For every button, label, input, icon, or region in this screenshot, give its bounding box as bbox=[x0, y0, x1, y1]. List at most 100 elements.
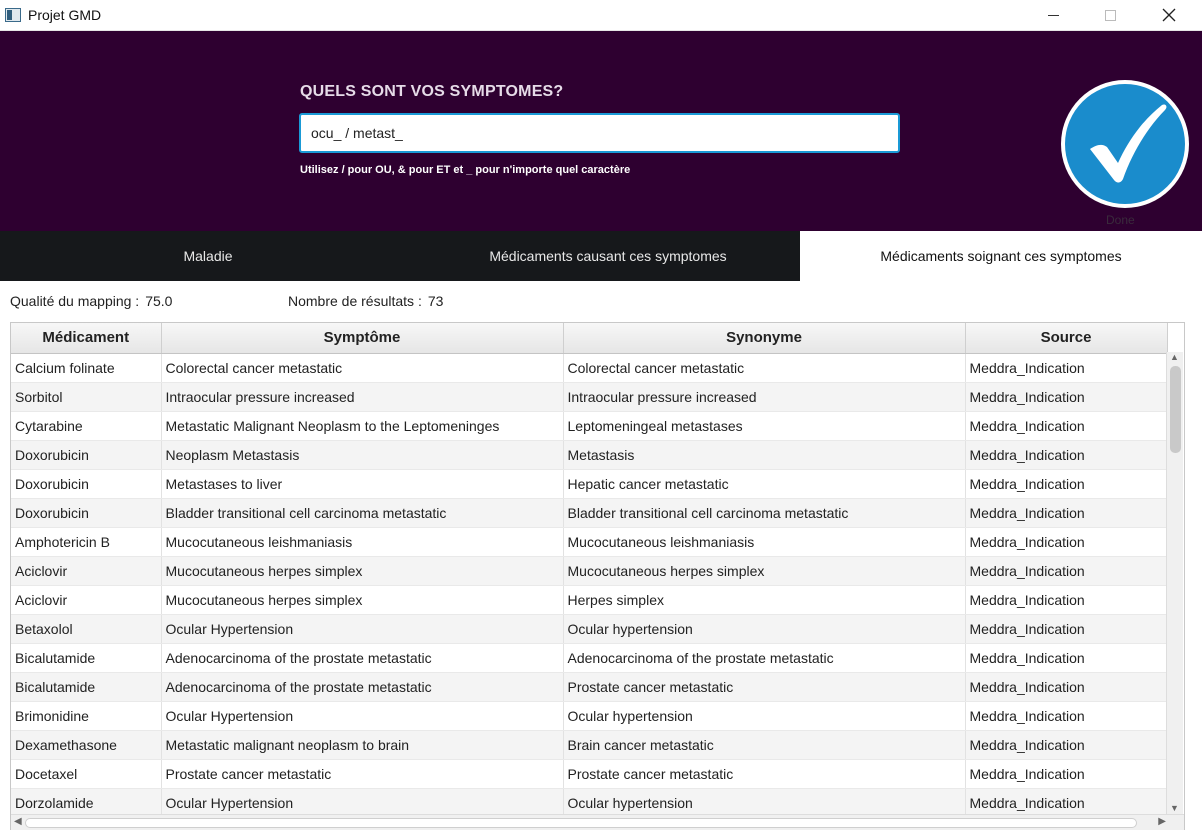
cell-symptome: Adenocarcinoma of the prostate metastati… bbox=[161, 672, 564, 702]
results-count-label: Nombre de résultats : bbox=[288, 293, 422, 309]
cell-source: Meddra_Indication bbox=[965, 759, 1168, 789]
cell-source: Meddra_Indication bbox=[965, 556, 1168, 586]
cell-medicament: Dorzolamide bbox=[11, 788, 162, 818]
table-row[interactable]: Aciclovir Mucocutaneous herpes simplex Her… bbox=[11, 585, 1168, 615]
column-header-synonyme[interactable]: Synonyme bbox=[563, 323, 966, 354]
table-row[interactable]: Betaxolol Ocular Hypertension Ocular hyper… bbox=[11, 614, 1168, 644]
done-label: Done bbox=[1106, 213, 1135, 227]
mapping-quality-label: Qualité du mapping : bbox=[10, 293, 140, 309]
horizontal-scrollbar[interactable]: ◀ ▶ bbox=[11, 814, 1184, 830]
column-header-medicament[interactable]: Médicament bbox=[11, 323, 162, 354]
table-row[interactable]: Bicalutamide Adenocarcinoma of the prosta… bbox=[11, 643, 1168, 673]
cell-synonyme: Mucocutaneous leishmaniasis bbox=[563, 527, 966, 557]
tab-maladie[interactable]: Maladie bbox=[0, 231, 416, 281]
cell-symptome: Prostate cancer metastatic bbox=[161, 759, 564, 789]
cell-medicament: Docetaxel bbox=[11, 759, 162, 789]
checkmark-icon bbox=[1090, 104, 1167, 183]
tab-medicaments-causant[interactable]: Médicaments causant ces symptomes bbox=[416, 231, 800, 281]
done-button[interactable] bbox=[1061, 80, 1189, 208]
cell-source: Meddra_Indication bbox=[965, 353, 1168, 383]
cell-source: Meddra_Indication bbox=[965, 730, 1168, 760]
cell-synonyme: Ocular hypertension bbox=[563, 788, 966, 818]
column-header-source[interactable]: Source bbox=[965, 323, 1168, 354]
cell-symptome: Bladder transitional cell carcinoma meta… bbox=[161, 498, 564, 528]
scroll-up-icon[interactable]: ▲ bbox=[1170, 352, 1179, 362]
scroll-right-icon[interactable]: ▶ bbox=[1158, 816, 1166, 827]
app-icon bbox=[5, 8, 21, 22]
results-count-value: 73 bbox=[427, 293, 444, 309]
cell-medicament: Cytarabine bbox=[11, 411, 162, 441]
table-row[interactable]: Sorbitol Intraocular pressure increased In… bbox=[11, 382, 1168, 412]
cell-source: Meddra_Indication bbox=[965, 498, 1168, 528]
table-row[interactable]: Aciclovir Mucocutaneous herpes simplex Muc… bbox=[11, 556, 1168, 586]
minimize-icon bbox=[1047, 14, 1059, 16]
symptoms-search-input[interactable] bbox=[299, 113, 900, 153]
vertical-scroll-thumb[interactable] bbox=[1170, 366, 1181, 453]
table-row[interactable]: Dorzolamide Ocular Hypertension Ocular hyp… bbox=[11, 788, 1168, 818]
cell-medicament: Doxorubicin bbox=[11, 498, 162, 528]
cell-synonyme: Metastasis bbox=[563, 440, 966, 470]
cell-symptome: Metastatic Malignant Neoplasm to the Lep… bbox=[161, 411, 564, 441]
vertical-scrollbar[interactable]: ▲ ▼ bbox=[1166, 352, 1183, 814]
horizontal-scroll-thumb[interactable] bbox=[25, 818, 1137, 828]
cell-synonyme: Leptomeningeal metastases bbox=[563, 411, 966, 441]
maximize-button[interactable] bbox=[1087, 0, 1133, 30]
cell-source: Meddra_Indication bbox=[965, 440, 1168, 470]
column-header-symptome[interactable]: Symptôme bbox=[161, 323, 564, 354]
cell-source: Meddra_Indication bbox=[965, 469, 1168, 499]
result-tabs: Maladie Médicaments causant ces symptome… bbox=[0, 231, 1202, 281]
mapping-quality-value: 75.0 bbox=[145, 293, 173, 309]
cell-medicament: Doxorubicin bbox=[11, 440, 162, 470]
cell-symptome: Intraocular pressure increased bbox=[161, 382, 564, 412]
scroll-left-icon[interactable]: ◀ bbox=[14, 816, 22, 827]
cell-medicament: Bicalutamide bbox=[11, 672, 162, 702]
cell-medicament: Aciclovir bbox=[11, 585, 162, 615]
table-row[interactable]: Amphotericin B Mucocutaneous leishmaniasi… bbox=[11, 527, 1168, 557]
table-row[interactable]: Doxorubicin Neoplasm Metastasis Metastasis… bbox=[11, 440, 1168, 470]
close-icon bbox=[1162, 8, 1176, 22]
cell-medicament: Dexamethasone bbox=[11, 730, 162, 760]
cell-symptome: Colorectal cancer metastatic bbox=[161, 353, 564, 383]
cell-source: Meddra_Indication bbox=[965, 411, 1168, 441]
results-table[interactable]: Médicament Symptôme Synonyme Source Calc… bbox=[10, 322, 1185, 830]
cell-medicament: Aciclovir bbox=[11, 556, 162, 586]
cell-medicament: Betaxolol bbox=[11, 614, 162, 644]
results-count: Nombre de résultats : 73 bbox=[288, 293, 443, 309]
cell-medicament: Doxorubicin bbox=[11, 469, 162, 499]
table-row[interactable]: Calcium folinate Colorectal cancer metast… bbox=[11, 353, 1168, 383]
cell-synonyme: Herpes simplex bbox=[563, 585, 966, 615]
title-bar: Projet GMD bbox=[0, 0, 1202, 31]
minimize-button[interactable] bbox=[1030, 0, 1076, 30]
cell-synonyme: Bladder transitional cell carcinoma meta… bbox=[563, 498, 966, 528]
table-row[interactable]: Cytarabine Metastatic Malignant Neoplasm … bbox=[11, 411, 1168, 441]
cell-symptome: Metastatic malignant neoplasm to brain bbox=[161, 730, 564, 760]
search-hint: Utilisez / pour OU, & pour ET et _ pour … bbox=[300, 164, 631, 176]
table-row[interactable]: Brimonidine Ocular Hypertension Ocular hyp… bbox=[11, 701, 1168, 731]
scroll-down-icon[interactable]: ▼ bbox=[1170, 803, 1179, 813]
cell-synonyme: Brain cancer metastatic bbox=[563, 730, 966, 760]
cell-synonyme: Mucocutaneous herpes simplex bbox=[563, 556, 966, 586]
tab-medicaments-soignant[interactable]: Médicaments soignant ces symptomes bbox=[800, 231, 1202, 281]
table-row[interactable]: Dexamethasone Metastatic malignant neopla… bbox=[11, 730, 1168, 760]
cell-medicament: Brimonidine bbox=[11, 701, 162, 731]
done-button-face bbox=[1065, 84, 1185, 204]
cell-medicament: Sorbitol bbox=[11, 382, 162, 412]
cell-synonyme: Hepatic cancer metastatic bbox=[563, 469, 966, 499]
symptoms-question: QUELS SONT VOS SYMPTOMES? bbox=[300, 83, 564, 100]
cell-source: Meddra_Indication bbox=[965, 701, 1168, 731]
cell-symptome: Ocular Hypertension bbox=[161, 701, 564, 731]
cell-symptome: Mucocutaneous herpes simplex bbox=[161, 585, 564, 615]
close-button[interactable] bbox=[1146, 0, 1192, 30]
table-row[interactable]: Doxorubicin Metastases to liver Hepatic ca… bbox=[11, 469, 1168, 499]
table-row[interactable]: Doxorubicin Bladder transitional cell car… bbox=[11, 498, 1168, 528]
search-header: QUELS SONT VOS SYMPTOMES? Utilisez / pou… bbox=[0, 31, 1202, 231]
cell-source: Meddra_Indication bbox=[965, 382, 1168, 412]
mapping-quality: Qualité du mapping : 75.0 bbox=[10, 293, 172, 309]
cell-symptome: Ocular Hypertension bbox=[161, 614, 564, 644]
cell-source: Meddra_Indication bbox=[965, 527, 1168, 557]
maximize-icon bbox=[1104, 9, 1116, 21]
cell-symptome: Metastases to liver bbox=[161, 469, 564, 499]
table-row[interactable]: Bicalutamide Adenocarcinoma of the prosta… bbox=[11, 672, 1168, 702]
cell-source: Meddra_Indication bbox=[965, 614, 1168, 644]
table-row[interactable]: Docetaxel Prostate cancer metastatic Prost… bbox=[11, 759, 1168, 789]
